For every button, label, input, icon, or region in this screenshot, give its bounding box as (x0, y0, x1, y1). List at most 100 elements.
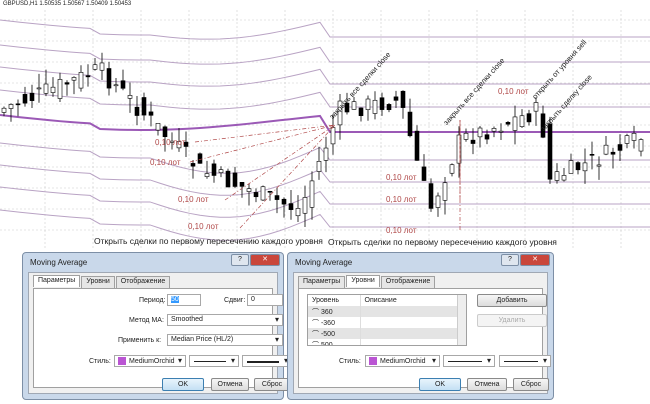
candle-body (610, 151, 616, 155)
candle-body (505, 122, 511, 125)
candle-body (232, 172, 238, 187)
ok-button[interactable]: OK (162, 378, 204, 391)
delete-level-button[interactable]: Удалить (477, 314, 547, 327)
candle-body (50, 86, 56, 93)
ma-level-line (0, 19, 650, 40)
lot-label: 0,10 лот (386, 173, 417, 182)
candle-body (323, 147, 329, 161)
level-row[interactable]: ⌒ -500 (308, 328, 466, 339)
close-button[interactable]: ✕ (520, 254, 550, 266)
trade-link-line (239, 124, 336, 229)
tab-display[interactable]: Отображение (115, 276, 171, 288)
level-value: 500 (320, 341, 333, 346)
tab-parameters[interactable]: Параметры (33, 275, 81, 287)
candle-body (624, 135, 630, 144)
cancel-button[interactable]: Отмена (467, 378, 507, 391)
candle-body (561, 175, 567, 181)
reset-button[interactable]: Сброс (254, 378, 290, 391)
help-button[interactable]: ? (231, 254, 249, 266)
candle-body (477, 127, 483, 138)
candle-body (582, 162, 588, 172)
candle-body (57, 79, 63, 99)
candle-body (204, 173, 210, 177)
line-style-select[interactable] (443, 355, 495, 367)
tab-display[interactable]: Отображение (380, 276, 436, 288)
candle-body (330, 127, 336, 145)
period-input[interactable]: 50 (171, 296, 179, 303)
style-label: Стиль: (339, 358, 361, 365)
candle-body (302, 197, 308, 214)
candle-body (498, 130, 504, 133)
level-value: -500 (320, 330, 335, 338)
tab-levels[interactable]: Уровни (346, 275, 380, 287)
candle-body (449, 164, 455, 174)
candle-body (442, 182, 448, 201)
candle-body (470, 139, 476, 144)
candle-body (351, 101, 357, 110)
candle-body (218, 169, 224, 174)
candle-body (43, 83, 49, 94)
level-row[interactable]: ⌒ 360 (308, 306, 466, 317)
candle-body (421, 166, 427, 181)
candle-body (575, 162, 581, 171)
candle-body (596, 164, 602, 167)
col-level: Уровень (308, 295, 361, 306)
candle-body (638, 139, 644, 152)
reset-button[interactable]: Сброс (513, 378, 549, 391)
candle-body (127, 95, 133, 99)
ok-button[interactable]: OK (419, 378, 461, 391)
ma-level-line (0, 89, 650, 110)
candle-body (1, 107, 7, 113)
price-chart[interactable] (0, 0, 650, 250)
levels-list[interactable]: Уровень Описание ⌒ 360 ⌒ -360 ⌒ -500 ⌒ 50… (307, 294, 467, 346)
candle-body (29, 92, 35, 101)
chart-header: GBPUSD,H1 1.50535 1.50567 1.50409 1.5045… (3, 1, 132, 7)
ma-level-line (0, 186, 650, 218)
candle-body (120, 80, 126, 89)
color-swatch (118, 357, 126, 365)
candle-body (253, 192, 259, 198)
line-width-select[interactable] (499, 355, 551, 367)
candle-body (365, 98, 371, 110)
line-width-select[interactable] (242, 355, 292, 367)
method-select[interactable]: Smoothed (167, 314, 283, 326)
candle-body (197, 153, 203, 164)
candle-body (491, 128, 497, 132)
candle-body (617, 144, 623, 151)
level-row[interactable]: ⌒ 500 (308, 339, 466, 346)
color-select[interactable]: MediumOrchid (114, 355, 186, 367)
lot-label: 0,10 лот (178, 195, 209, 204)
shift-input[interactable]: 0 (247, 294, 283, 306)
dialog-title: Moving Average (30, 258, 88, 267)
candle-body (428, 183, 434, 209)
close-button[interactable]: ✕ (250, 254, 280, 266)
candle-body (92, 64, 98, 70)
candle-body (106, 68, 112, 89)
line-style-select[interactable] (189, 355, 239, 367)
ma-dialog-levels: Moving Average ? ✕ Параметры Уровни Отоб… (287, 252, 554, 400)
level-row[interactable]: ⌒ -360 (308, 317, 466, 328)
candle-body (435, 195, 441, 208)
candle-body (358, 107, 364, 116)
levels-scrollbar[interactable] (457, 295, 466, 345)
dialog-title: Moving Average (295, 258, 353, 267)
candle-body (155, 123, 161, 131)
shift-label: Сдвиг: (224, 297, 246, 304)
candle-body (8, 104, 14, 109)
add-level-button[interactable]: Добавить (477, 294, 547, 307)
candle-body (246, 188, 252, 192)
candle-body (526, 113, 532, 123)
tab-parameters[interactable]: Параметры (298, 276, 346, 288)
style-label: Стиль: (89, 358, 111, 365)
candle-body (519, 115, 525, 127)
candle-body (631, 133, 637, 141)
help-button[interactable]: ? (501, 254, 519, 266)
candle-body (36, 87, 42, 90)
level-value: -360 (320, 319, 335, 327)
cancel-button[interactable]: Отмена (211, 378, 249, 391)
tab-levels[interactable]: Уровни (81, 276, 115, 288)
apply-value: Median Price (HL/2) (171, 336, 234, 343)
apply-select[interactable]: Median Price (HL/2) (167, 334, 283, 346)
color-select[interactable]: MediumOrchid (365, 355, 440, 367)
candle-body (134, 106, 140, 116)
